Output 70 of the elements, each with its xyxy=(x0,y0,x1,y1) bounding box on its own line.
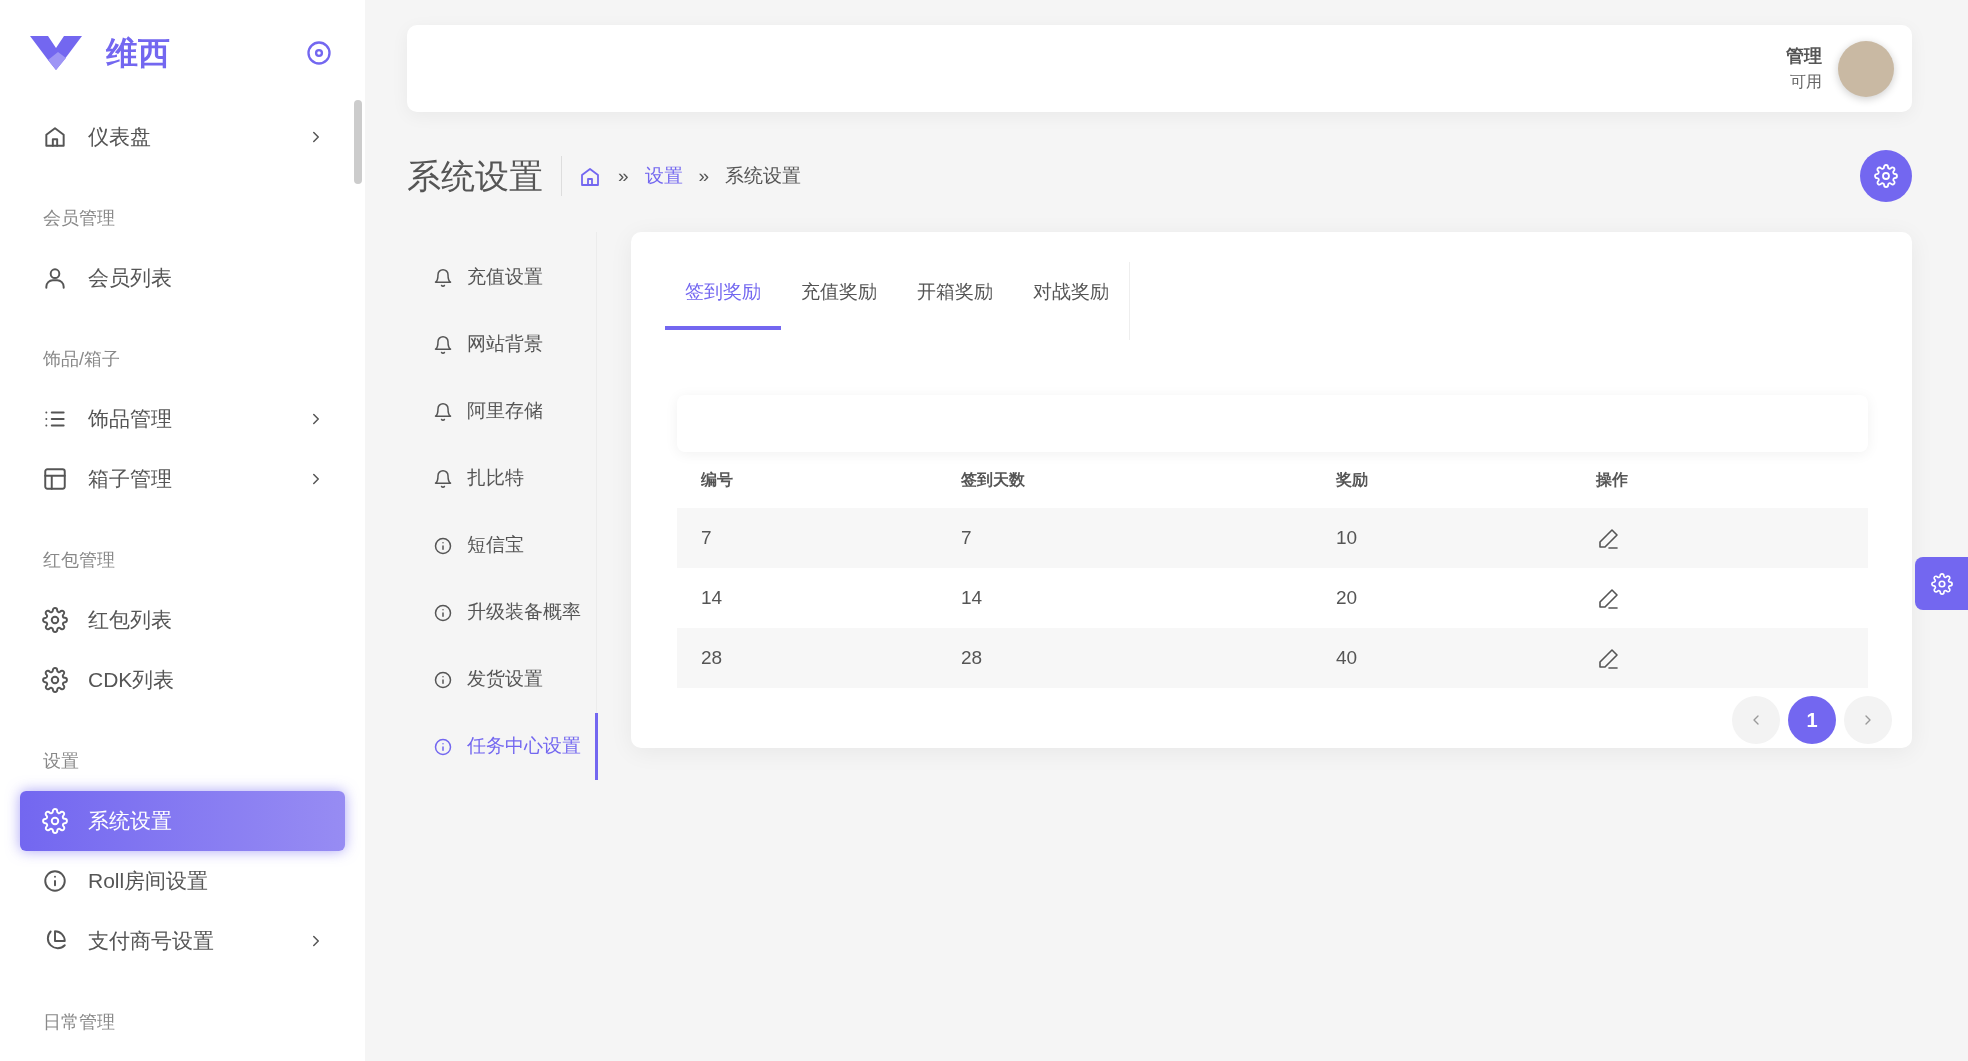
user-icon xyxy=(42,265,68,291)
sidebar-item[interactable]: 仪表盘 xyxy=(20,107,345,167)
tab[interactable]: 对战奖励 xyxy=(1013,262,1129,330)
breadcrumb-separator: » xyxy=(698,163,710,188)
settings-menu-item[interactable]: 任务中心设置 xyxy=(407,713,598,780)
bell-icon xyxy=(433,468,453,489)
gear-icon xyxy=(42,808,68,834)
breadcrumb-current: 系统设置 xyxy=(725,163,802,188)
scrollbar[interactable] xyxy=(354,100,362,184)
sidebar-item[interactable]: 支付商号设置 xyxy=(20,911,345,971)
gear-icon xyxy=(1930,572,1953,595)
settings-menu-item[interactable]: 扎比特 xyxy=(407,445,596,512)
table-cell-text: 7 xyxy=(700,525,713,550)
section-heading: 会员管理 xyxy=(42,207,116,230)
home-icon xyxy=(42,124,68,150)
section-heading: 饰品/箱子 xyxy=(42,348,121,371)
bell-icon xyxy=(433,334,453,355)
layout-icon xyxy=(42,466,68,492)
settings-menu-item[interactable]: 阿里存储 xyxy=(407,378,596,445)
sidebar-item[interactable]: 系统设置 xyxy=(20,791,345,851)
sidebar-item[interactable]: Roll房间设置 xyxy=(20,851,345,911)
gear-icon xyxy=(42,667,68,693)
info-icon xyxy=(433,535,453,556)
bell-icon xyxy=(433,401,453,422)
table-cell-text: 20 xyxy=(1335,585,1359,610)
column-header: 签到天数 xyxy=(960,470,1026,490)
column-header: 操作 xyxy=(1594,470,1628,490)
column-header: 编号 xyxy=(700,470,734,490)
sidebar-item[interactable]: CDK列表 xyxy=(20,650,345,710)
settings-menu-item[interactable]: 发货设置 xyxy=(407,646,596,713)
sidebar-toggle-button[interactable] xyxy=(305,38,333,67)
settings-menu-item[interactable]: 网站背景 xyxy=(407,311,596,378)
table-cell-text: 10 xyxy=(1335,525,1359,550)
bell-icon xyxy=(433,267,453,288)
page-title: 系统设置 xyxy=(407,155,562,197)
tab[interactable]: 充值奖励 xyxy=(781,262,897,330)
sidebar-item[interactable]: 饰品管理 xyxy=(20,389,345,449)
settings-button[interactable] xyxy=(1860,150,1912,202)
section-heading: 设置 xyxy=(42,750,80,773)
settings-menu-item[interactable]: 升级装备概率 xyxy=(407,579,596,646)
user-status: 可用 xyxy=(1789,72,1822,92)
info-icon xyxy=(433,669,453,690)
page-button[interactable]: 1 xyxy=(1788,696,1836,744)
table-cell-text: 14 xyxy=(700,585,724,610)
breadcrumb-link[interactable]: 设置 xyxy=(644,161,683,191)
info-icon xyxy=(433,602,453,623)
gear-icon xyxy=(1874,164,1898,188)
user-name: 管理 xyxy=(1786,45,1822,68)
info-icon xyxy=(433,736,453,757)
tab[interactable]: 开箱奖励 xyxy=(897,262,1013,330)
section-heading: 日常管理 xyxy=(42,1011,116,1034)
sidebar-item[interactable]: 箱子管理 xyxy=(20,449,345,509)
sidebar-item[interactable]: 会员列表 xyxy=(20,248,345,308)
table-cell-text: 28 xyxy=(700,645,724,670)
settings-menu-item[interactable]: 短信宝 xyxy=(407,512,596,579)
logo-icon xyxy=(30,35,82,70)
table-cell-text: 40 xyxy=(1335,645,1359,670)
column-header: 奖励 xyxy=(1335,470,1369,490)
tab[interactable]: 签到奖励 xyxy=(665,262,781,330)
table-cell-text: 28 xyxy=(960,645,984,670)
customizer-button[interactable] xyxy=(1915,557,1968,610)
table-cell-text: 7 xyxy=(960,525,973,550)
section-heading: 红包管理 xyxy=(42,549,116,572)
sidebar-item[interactable]: 红包列表 xyxy=(20,590,345,650)
info-icon xyxy=(42,868,68,894)
settings-menu-item[interactable]: 充值设置 xyxy=(407,244,596,311)
breadcrumb-separator: » xyxy=(618,163,629,188)
brand-name: 维西 xyxy=(106,33,170,73)
table-cell-text: 14 xyxy=(960,585,984,610)
gear-icon xyxy=(42,607,68,633)
